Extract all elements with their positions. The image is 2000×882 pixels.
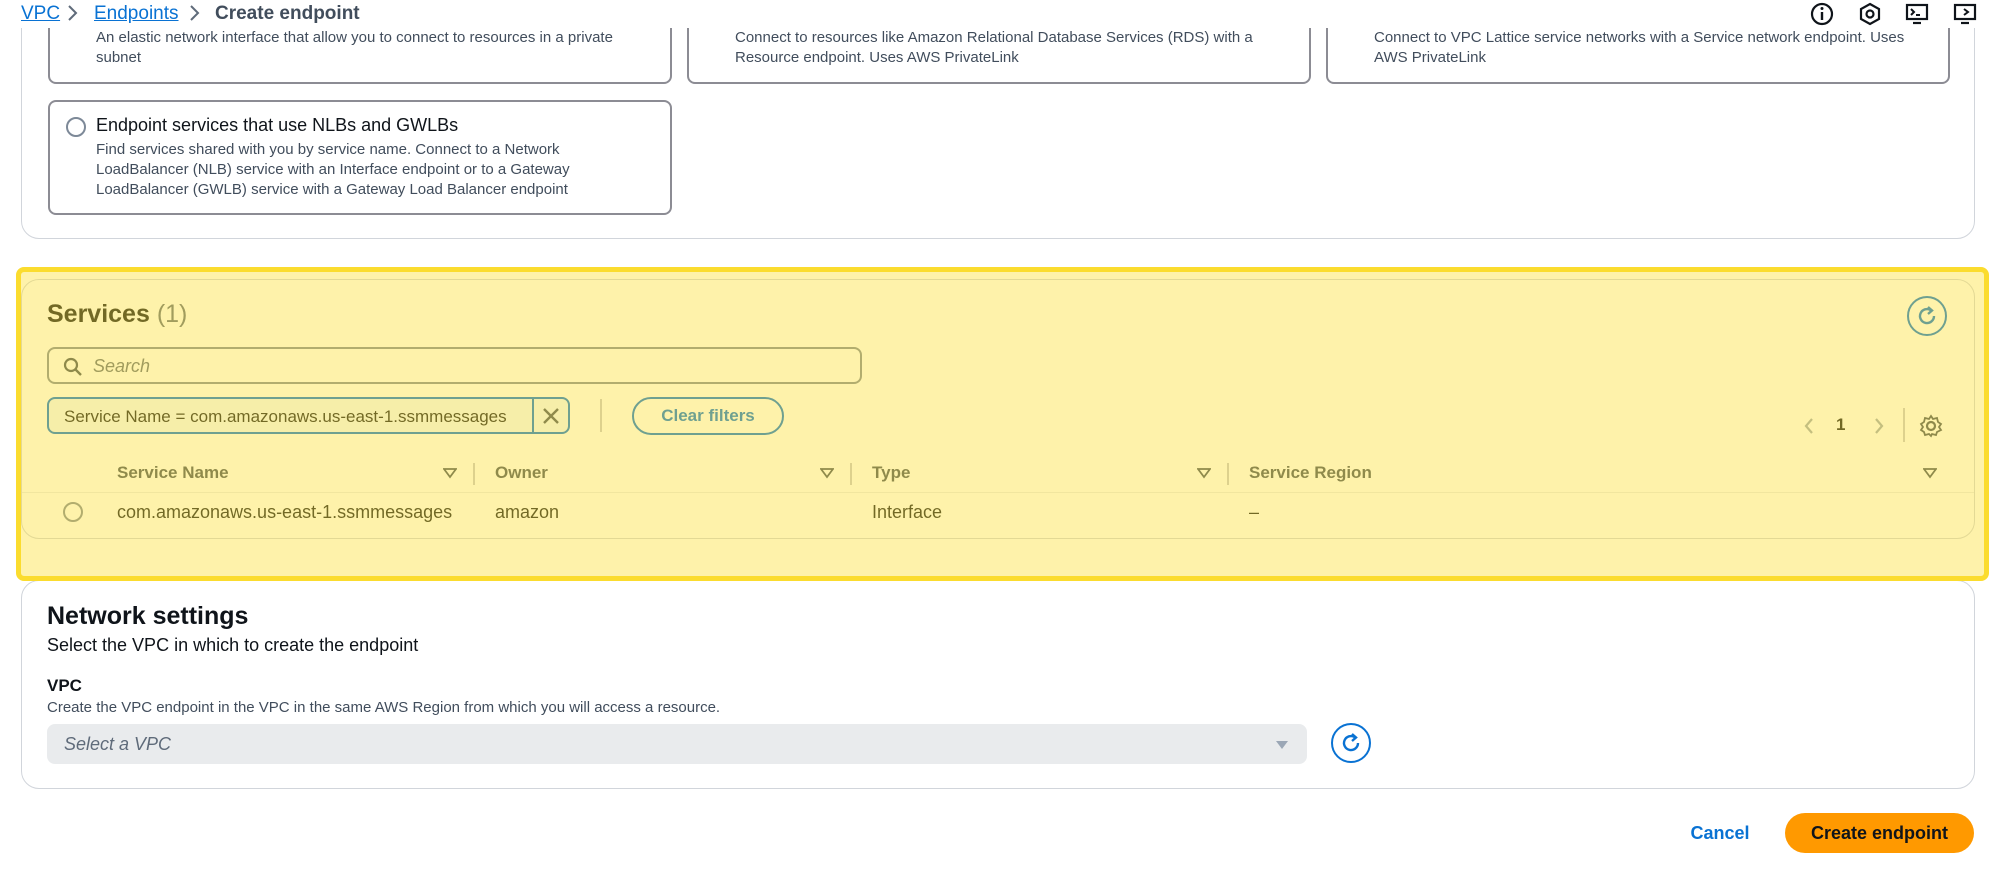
- refresh-icon: [1918, 306, 1936, 325]
- previous-page-icon[interactable]: [1802, 416, 1816, 436]
- column-header-service-name[interactable]: Service Name: [117, 463, 229, 483]
- cloudshell-icon[interactable]: [1904, 1, 1930, 27]
- column-resize-handle[interactable]: [850, 463, 852, 485]
- column-header-service-region[interactable]: Service Region: [1249, 463, 1372, 483]
- pager-divider: [1903, 408, 1905, 442]
- services-heading: Services (1): [47, 300, 187, 329]
- endpoint-type-radio[interactable]: [66, 117, 86, 137]
- tile-description-line: Connect to VPC Lattice service networks …: [1374, 29, 1905, 46]
- chevron-right-icon: [68, 5, 78, 21]
- network-settings-title: Network settings: [47, 602, 249, 630]
- vpc-label: VPC: [47, 676, 82, 695]
- column-header-type[interactable]: Type: [872, 463, 910, 483]
- filter-token-divider: [532, 399, 534, 432]
- settings-hex-icon[interactable]: [1857, 1, 1883, 27]
- refresh-vpc-button[interactable]: [1331, 723, 1371, 763]
- tile-description-line: subnet: [96, 49, 142, 66]
- search-icon: [63, 357, 82, 376]
- cell-owner: amazon: [495, 502, 560, 522]
- tile-description-line: An elastic network interface that allow …: [96, 29, 613, 46]
- tile-title: Endpoint services that use NLBs and GWLB…: [96, 115, 459, 135]
- breadcrumb-vpc-link[interactable]: VPC: [21, 3, 60, 25]
- refresh-services-button[interactable]: [1907, 296, 1947, 336]
- info-icon[interactable]: [1809, 1, 1835, 27]
- endpoint-type-tile-nlb-gwlb[interactable]: Endpoint services that use NLBs and GWLB…: [48, 100, 672, 215]
- cancel-button[interactable]: Cancel: [1680, 813, 1760, 853]
- filter-token-label: Service Name = com.amazonaws.us-east-1.s…: [64, 407, 507, 426]
- current-page-number[interactable]: 1: [1836, 415, 1845, 435]
- services-title: Services: [47, 300, 150, 328]
- tile-description-line: Resource endpoint. Uses AWS PrivateLink: [735, 49, 1019, 66]
- vpc-select[interactable]: Select a VPC: [47, 724, 1307, 764]
- notifications-monitor-icon[interactable]: [1952, 1, 1978, 27]
- chevron-right-icon: [190, 5, 200, 21]
- create-endpoint-button[interactable]: Create endpoint: [1785, 813, 1974, 853]
- table-header-divider: [22, 492, 1974, 493]
- tile-description-line: LoadBalancer (NLB) service with an Inter…: [96, 161, 570, 178]
- tile-description-line: Find services shared with you by service…: [96, 141, 560, 158]
- vpc-description: Create the VPC endpoint in the VPC in th…: [47, 699, 721, 716]
- network-settings-description: Select the VPC in which to create the en…: [47, 635, 419, 655]
- breadcrumb-current-page: Create endpoint: [215, 3, 360, 24]
- cell-service-region: –: [1249, 502, 1260, 522]
- tile-description-line: LoadBalancer (GWLB) service with a Gatew…: [96, 181, 568, 198]
- filter-token: Service Name = com.amazonaws.us-east-1.s…: [47, 397, 570, 434]
- refresh-icon: [1342, 733, 1360, 752]
- tile-description-line: AWS PrivateLink: [1374, 49, 1486, 66]
- endpoint-type-container: An elastic network interface that allow …: [21, 0, 1975, 239]
- clear-filters-button[interactable]: Clear filters: [632, 397, 784, 435]
- breadcrumb-endpoints-link[interactable]: Endpoints: [94, 3, 179, 25]
- cell-service-name: com.amazonaws.us-east-1.ssmmessages: [117, 502, 453, 522]
- column-resize-handle[interactable]: [1227, 463, 1229, 485]
- cell-type: Interface: [872, 502, 943, 522]
- column-resize-handle[interactable]: [473, 463, 475, 485]
- preferences-gear-icon[interactable]: [1919, 414, 1943, 438]
- next-page-icon[interactable]: [1872, 416, 1886, 436]
- tile-description-line: Connect to resources like Amazon Relatio…: [735, 29, 1253, 46]
- sort-caret-icon[interactable]: [443, 467, 457, 479]
- column-header-owner[interactable]: Owner: [495, 463, 548, 483]
- services-search-box[interactable]: [47, 347, 862, 384]
- sort-caret-icon[interactable]: [1197, 467, 1211, 479]
- sort-caret-icon[interactable]: [820, 467, 834, 479]
- sort-caret-icon[interactable]: [1923, 467, 1937, 479]
- services-search-input[interactable]: [93, 354, 833, 378]
- vpc-select-placeholder: Select a VPC: [64, 734, 172, 754]
- top-bar: VPC Endpoints Create endpoint: [0, 0, 2000, 28]
- dismiss-filter-icon[interactable]: [540, 405, 562, 427]
- filter-divider: [600, 399, 602, 432]
- services-count: (1): [156, 300, 188, 328]
- caret-down-icon: [1276, 741, 1288, 749]
- service-row-radio[interactable]: [63, 502, 83, 522]
